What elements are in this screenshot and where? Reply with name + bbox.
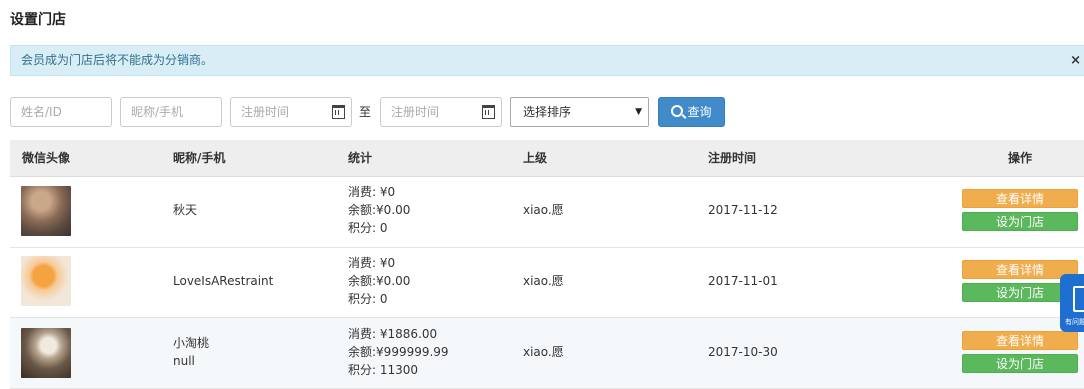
row-nick: LoveIsARestraint <box>173 274 274 288</box>
header-reg-time: 注册时间 <box>708 151 757 165</box>
caret-down-icon: ▼ <box>635 107 642 117</box>
nick-phone-input[interactable] <box>131 99 211 125</box>
date-from-field[interactable] <box>230 97 352 127</box>
header-parent: 上级 <box>523 151 548 165</box>
avatar <box>21 328 71 378</box>
close-icon[interactable]: × <box>1070 46 1081 75</box>
feedback-widget-label: 有问题 <box>1065 318 1084 326</box>
row-points: 积分: 0 <box>348 221 388 235</box>
table-row: LoveIsARestraint 消费: ¥0 余额:¥0.00 积分: 0 x… <box>10 247 1084 318</box>
table-row: 秋天 消费: ¥0 余额:¥0.00 积分: 0 xiao.愿 2017-11-… <box>10 177 1084 248</box>
row-parent: xiao.愿 <box>523 345 564 359</box>
sort-select-value: 选择排序 <box>523 105 572 119</box>
row-parent: xiao.愿 <box>523 274 564 288</box>
row-balance: 余额:¥0.00 <box>348 203 411 217</box>
table-row: 小淘桃 null 消费: ¥1886.00 余额:¥999999.99 积分: … <box>10 318 1084 389</box>
row-spend: 消费: ¥1886.00 <box>348 327 438 341</box>
row-reg-time: 2017-11-12 <box>708 203 778 217</box>
page-title: 设置门店 <box>10 12 66 28</box>
header-ops: 操作 <box>1008 151 1033 165</box>
row-reg-time: 2017-10-30 <box>708 345 778 359</box>
name-id-field[interactable] <box>10 97 112 127</box>
row-reg-time: 2017-11-01 <box>708 274 778 288</box>
row-balance: 余额:¥999999.99 <box>348 345 449 359</box>
search-button[interactable]: 查询 <box>658 97 725 127</box>
set-store-button[interactable]: 设为门店 <box>962 212 1078 231</box>
row-phone: null <box>173 354 195 368</box>
calendar-icon[interactable] <box>332 105 345 119</box>
avatar <box>21 186 71 236</box>
row-balance: 余额:¥0.00 <box>348 274 411 288</box>
row-nick: 小淘桃 <box>173 336 210 350</box>
info-alert: 会员成为门店后将不能成为分销商。 × <box>10 45 1084 76</box>
row-nick: 秋天 <box>173 203 198 217</box>
date-to-input[interactable] <box>391 99 471 125</box>
header-nick: 昵称/手机 <box>173 151 226 165</box>
header-avatar: 微信头像 <box>22 151 71 165</box>
view-details-button[interactable]: 查看详情 <box>962 189 1078 208</box>
feedback-icon <box>1073 286 1084 312</box>
search-icon <box>671 105 684 117</box>
date-to-field[interactable] <box>380 97 502 127</box>
set-store-button[interactable]: 设为门店 <box>962 354 1078 373</box>
calendar-icon[interactable] <box>482 105 495 119</box>
nick-phone-field[interactable] <box>120 97 222 127</box>
row-spend: 消费: ¥0 <box>348 185 396 199</box>
sort-select[interactable]: 选择排序 ▼ <box>510 97 649 127</box>
header-stats: 统计 <box>348 151 373 165</box>
row-spend: 消费: ¥0 <box>348 256 396 270</box>
row-points: 积分: 0 <box>348 292 388 306</box>
view-details-button[interactable]: 查看详情 <box>962 331 1078 350</box>
row-points: 积分: 11300 <box>348 363 419 377</box>
date-from-input[interactable] <box>241 99 321 125</box>
table-header: 微信头像 昵称/手机 统计 上级 注册时间 操作 <box>10 140 1084 177</box>
search-button-label: 查询 <box>687 105 712 119</box>
alert-text: 会员成为门店后将不能成为分销商。 <box>21 53 214 67</box>
name-id-input[interactable] <box>21 99 101 125</box>
date-range-separator: 至 <box>359 105 372 119</box>
feedback-widget[interactable]: 有问题 <box>1060 274 1084 332</box>
row-parent: xiao.愿 <box>523 203 564 217</box>
avatar <box>21 256 71 306</box>
